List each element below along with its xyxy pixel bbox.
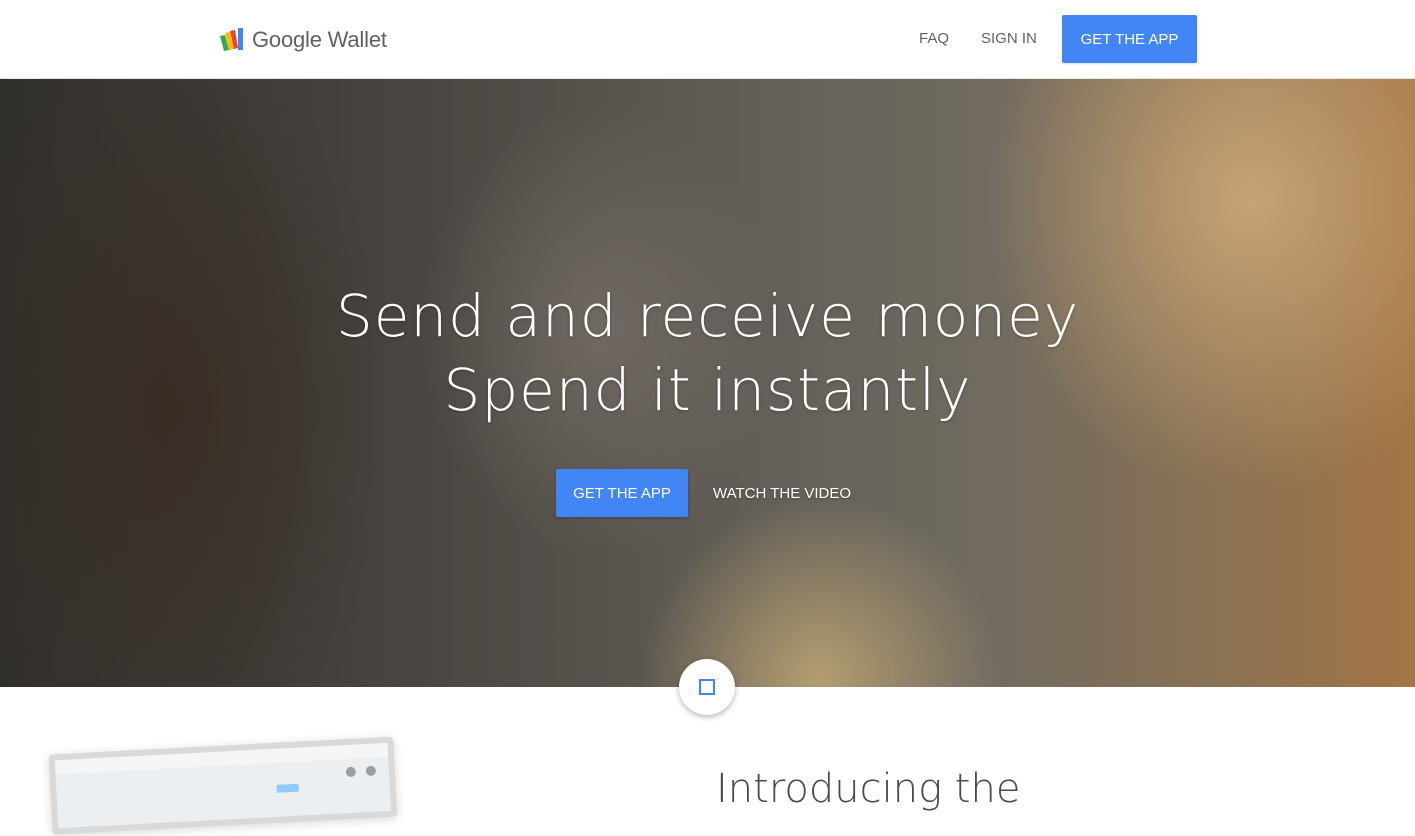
wallet-logo-icon (220, 28, 243, 51)
hero-banner: Send and receive money Spend it instantl… (0, 79, 1415, 687)
hero-headline-line-1: Send and receive money (335, 282, 1080, 350)
device-toolbar (54, 742, 389, 775)
nav-sign-in-link[interactable]: SIGN IN (981, 30, 1037, 47)
site-header: Google Wallet FAQ SIGN IN GET THE APP (0, 0, 1415, 79)
logo-wordmark: Google Wallet (252, 27, 387, 52)
scroll-down-button[interactable] (679, 659, 735, 715)
hero-get-the-app-button[interactable]: GET THE APP (556, 469, 688, 517)
hero-headline-line-2: Spend it instantly (443, 356, 972, 424)
intro-heading: Introducing the (716, 766, 1021, 812)
device-apps-icon (345, 766, 357, 778)
google-wallet-logo[interactable]: Google Wallet (218, 24, 387, 56)
header-get-the-app-button[interactable]: GET THE APP (1062, 15, 1197, 63)
nav-faq-link[interactable]: FAQ (919, 30, 949, 47)
stop-square-icon (699, 679, 715, 695)
laptop-preview-image (28, 728, 402, 835)
device-highlight-chip (276, 783, 299, 793)
watch-video-link[interactable]: WATCH THE VIDEO (713, 485, 851, 502)
hero-headline: Send and receive money Spend it instantl… (0, 279, 1415, 427)
device-screen (48, 736, 398, 835)
device-avatar-icon (365, 765, 377, 777)
